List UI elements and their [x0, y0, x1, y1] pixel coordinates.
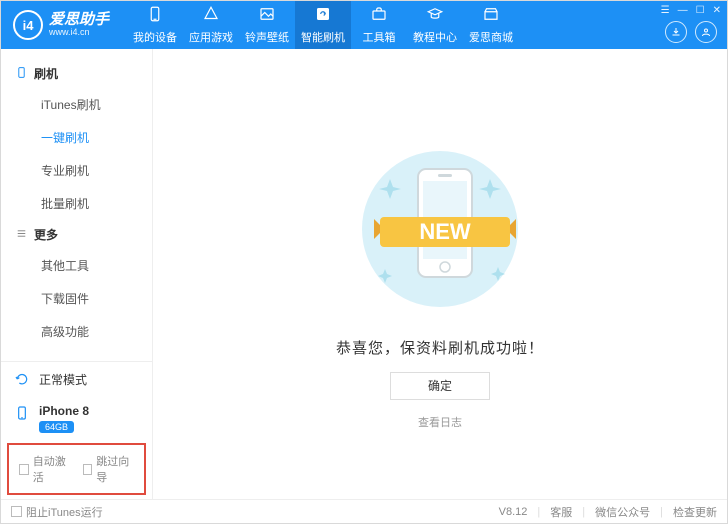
tab-label: 爱思商城	[469, 29, 513, 45]
sidebar-item-pro-flash[interactable]: 专业刷机	[1, 154, 152, 187]
sidebar-item-download-firmware[interactable]: 下载固件	[1, 282, 152, 315]
brand-text: 爱思助手 www.i4.cn	[49, 12, 109, 38]
checkbox-label: 阻止iTunes运行	[26, 504, 103, 520]
main-content: NEW 恭喜您，保资料刷机成功啦！ 确定 查看日志	[153, 49, 727, 499]
sidebar-bottom: 正常模式 iPhone 8 64GB 自动激活 跳过向导	[1, 361, 152, 499]
sidebar-section-title: 刷机	[34, 65, 58, 82]
tab-ringtones-wallpapers[interactable]: 铃声壁纸	[239, 1, 295, 49]
success-message: 恭喜您，保资料刷机成功啦！	[336, 337, 544, 358]
tab-apps-games[interactable]: 应用游戏	[183, 1, 239, 49]
sidebar-item-batch-flash[interactable]: 批量刷机	[1, 187, 152, 220]
tab-toolbox[interactable]: 工具箱	[351, 1, 407, 49]
brand-title: 爱思助手	[49, 12, 109, 29]
check-update-link[interactable]: 检查更新	[673, 504, 717, 520]
tab-tutorials[interactable]: 教程中心	[407, 1, 463, 49]
device-storage-badge: 64GB	[39, 421, 74, 433]
version-label: V8.12	[499, 506, 528, 518]
status-bar-right: V8.12 | 客服 | 微信公众号 | 检查更新	[499, 504, 717, 520]
minimize-icon[interactable]: —	[678, 5, 688, 16]
graduation-cap-icon	[426, 5, 444, 26]
menu-lines-icon	[15, 227, 28, 243]
tab-label: 铃声壁纸	[245, 29, 289, 45]
header-right-actions	[665, 21, 717, 43]
sidebar-section-more: 更多	[1, 220, 152, 249]
device-icon	[13, 404, 31, 422]
ok-button[interactable]: 确定	[390, 372, 490, 400]
sidebar: 刷机 iTunes刷机 一键刷机 专业刷机 批量刷机 更多 其他工具 下载固件 …	[1, 49, 153, 499]
brand-logo-icon: i4	[13, 10, 43, 40]
header-tabs: 我的设备 应用游戏 铃声壁纸 智能刷机 工具箱 教程中心	[127, 1, 519, 49]
sidebar-item-itunes-flash[interactable]: iTunes刷机	[1, 88, 152, 121]
device-name: iPhone 8	[39, 404, 89, 418]
tab-label: 我的设备	[133, 29, 177, 45]
checkbox-label: 自动激活	[33, 453, 71, 485]
sidebar-nav: 刷机 iTunes刷机 一键刷机 专业刷机 批量刷机 更多 其他工具 下载固件 …	[1, 49, 152, 361]
skip-wizard-checkbox[interactable]: 跳过向导	[83, 453, 135, 485]
checkbox-icon	[11, 506, 22, 517]
appstore-icon	[202, 5, 220, 26]
block-itunes-checkbox[interactable]: 阻止iTunes运行	[11, 504, 103, 520]
close-icon[interactable]: ✕	[713, 5, 721, 16]
checkbox-label: 跳过向导	[96, 453, 134, 485]
app-header: i4 爱思助手 www.i4.cn 我的设备 应用游戏 铃声壁纸 智能刷机	[1, 1, 727, 49]
tab-label: 应用游戏	[189, 29, 233, 45]
app-window: i4 爱思助手 www.i4.cn 我的设备 应用游戏 铃声壁纸 智能刷机	[0, 0, 728, 524]
flash-options-row: 自动激活 跳过向导	[7, 443, 146, 495]
app-body: 刷机 iTunes刷机 一键刷机 专业刷机 批量刷机 更多 其他工具 下载固件 …	[1, 49, 727, 499]
device-icon	[146, 5, 164, 26]
window-controls: ☰ — ☐ ✕	[661, 5, 721, 16]
download-button[interactable]	[665, 21, 687, 43]
brand-subtitle: www.i4.cn	[49, 28, 109, 38]
maximize-icon[interactable]: ☐	[696, 5, 705, 16]
separator: |	[537, 506, 540, 518]
checkbox-icon	[83, 464, 93, 475]
success-illustration: NEW	[340, 139, 540, 319]
checkbox-icon	[19, 464, 29, 475]
device-mode-row[interactable]: 正常模式	[1, 362, 152, 396]
device-row[interactable]: iPhone 8 64GB	[1, 396, 152, 441]
device-info: iPhone 8 64GB	[39, 404, 89, 433]
ribbon-text: NEW	[419, 219, 471, 244]
sidebar-item-advanced[interactable]: 高级功能	[1, 315, 152, 348]
support-link[interactable]: 客服	[550, 504, 572, 520]
device-mode-label: 正常模式	[39, 371, 87, 388]
phone-icon	[15, 66, 28, 82]
tab-label: 智能刷机	[301, 29, 345, 45]
user-button[interactable]	[695, 21, 717, 43]
briefcase-icon	[370, 5, 388, 26]
separator: |	[582, 506, 585, 518]
status-bar: 阻止iTunes运行 V8.12 | 客服 | 微信公众号 | 检查更新	[1, 499, 727, 523]
tab-store[interactable]: 爱思商城	[463, 1, 519, 49]
brand: i4 爱思助手 www.i4.cn	[1, 10, 121, 40]
sync-icon	[314, 5, 332, 26]
menu-icon[interactable]: ☰	[661, 5, 670, 16]
tab-label: 工具箱	[363, 29, 396, 45]
sidebar-item-other-tools[interactable]: 其他工具	[1, 249, 152, 282]
refresh-icon	[13, 370, 31, 388]
sidebar-section-title: 更多	[34, 226, 58, 243]
wechat-link[interactable]: 微信公众号	[595, 504, 650, 520]
sidebar-section-flash: 刷机	[1, 59, 152, 88]
image-icon	[258, 5, 276, 26]
tab-smart-flash[interactable]: 智能刷机	[295, 1, 351, 49]
tab-label: 教程中心	[413, 29, 457, 45]
store-icon	[482, 5, 500, 26]
tab-my-device[interactable]: 我的设备	[127, 1, 183, 49]
separator: |	[660, 506, 663, 518]
auto-activate-checkbox[interactable]: 自动激活	[19, 453, 71, 485]
sidebar-item-oneclick-flash[interactable]: 一键刷机	[1, 121, 152, 154]
view-log-link[interactable]: 查看日志	[418, 414, 462, 430]
